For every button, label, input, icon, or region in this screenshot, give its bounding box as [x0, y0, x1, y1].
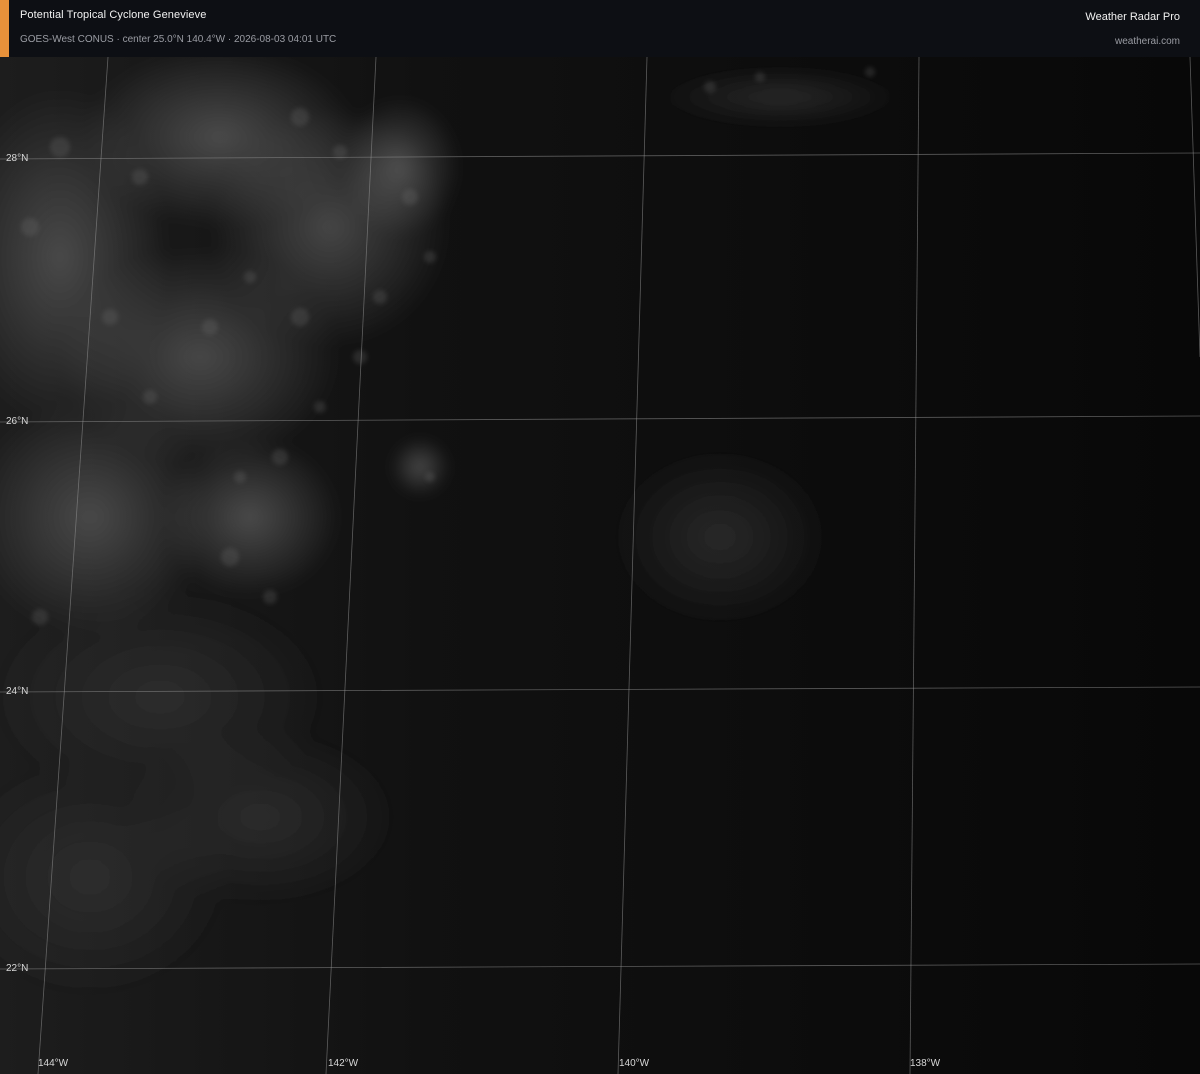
longitude-label-142w: 142°W: [328, 1058, 359, 1069]
storm-title: Potential Tropical Cyclone Genevieve: [20, 9, 207, 21]
satellite-imagery: [0, 57, 1200, 1074]
longitude-label-140w: 140°W: [619, 1058, 650, 1069]
site-link[interactable]: weatherai.com: [1115, 36, 1180, 47]
latitude-label-26n: 26°N: [6, 416, 29, 427]
longitude-label-138w: 138°W: [910, 1058, 941, 1069]
image-metadata: GOES-West CONUS · center 25.0°N 140.4°W …: [20, 34, 337, 45]
satellite-viewer: Potential Tropical Cyclone Genevieve GOE…: [0, 0, 1200, 1074]
header-bar: Potential Tropical Cyclone Genevieve GOE…: [0, 0, 1200, 57]
longitude-label-144w: 144°W: [38, 1058, 69, 1069]
accent-stripe: [0, 0, 9, 57]
brand-name: Weather Radar Pro: [1085, 11, 1180, 23]
latitude-label-28n: 28°N: [6, 153, 29, 164]
latitude-label-22n: 22°N: [6, 963, 29, 974]
satellite-map[interactable]: 28°N 26°N 24°N 22°N 144°W 142°W 140°W 13…: [0, 57, 1200, 1074]
latitude-label-24n: 24°N: [6, 686, 29, 697]
